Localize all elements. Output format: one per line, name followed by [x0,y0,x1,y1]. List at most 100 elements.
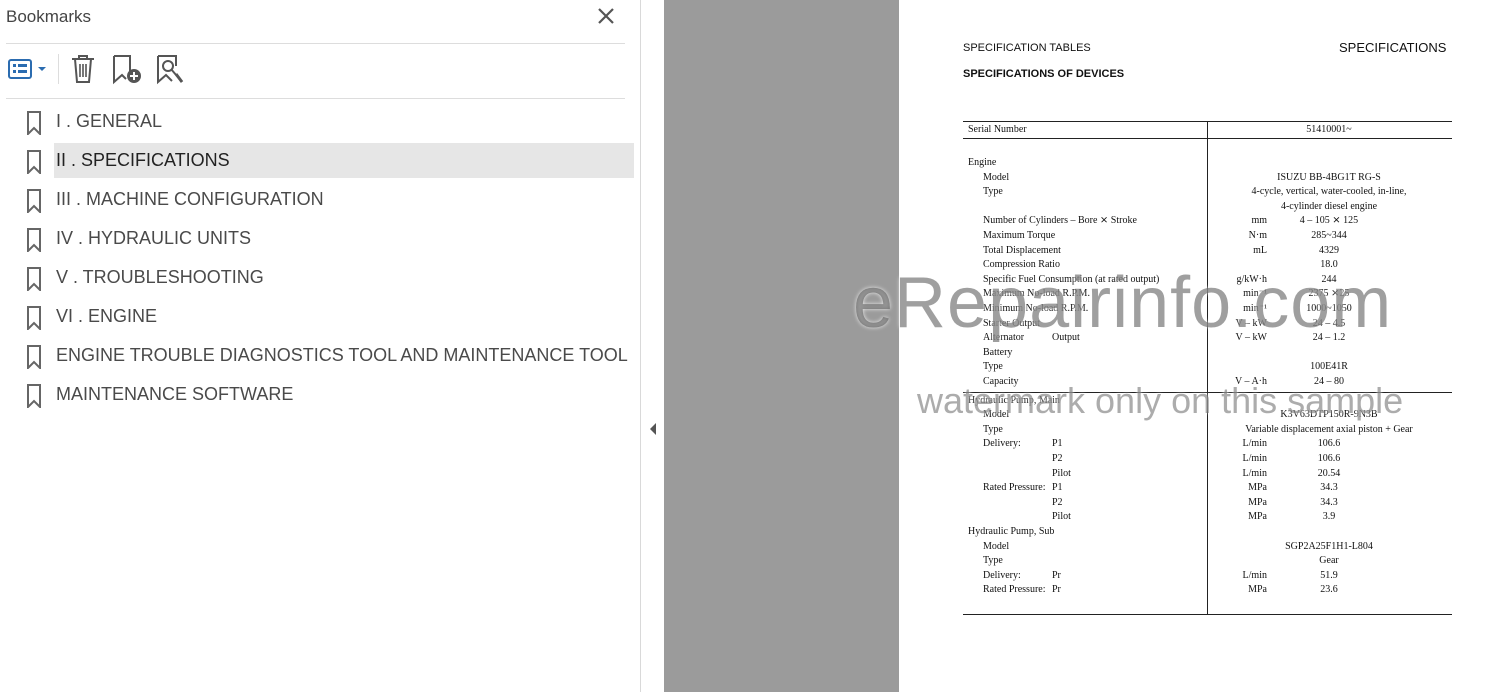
bookmark-item[interactable]: MAINTENANCE SOFTWARE [0,377,640,412]
spec-value: Gear [1319,555,1339,567]
chevron-left-icon [650,423,656,435]
spec-subitem: P2 [1052,496,1063,508]
watermark-caption: watermark only on this sample [917,380,1404,421]
watermark-logo: eRepairinfo.com [853,263,1393,343]
spec-item: Model [983,171,1010,183]
page-subtitle: SPECIFICATIONS OF DEVICES [963,68,1125,80]
spec-row: Engine [963,157,1452,171]
spec-item: Delivery: [983,569,1021,581]
spec-row: P2 L/min 106.6 [963,453,1452,467]
bookmark-item[interactable]: IV . HYDRAULIC UNITS [0,221,640,256]
bookmark-item[interactable]: V . TROUBLESHOOTING [0,260,640,295]
bookmark-label: MAINTENANCE SOFTWARE [56,384,294,404]
spec-row: Battery [963,347,1452,361]
spec-subitem: P1 [1052,438,1063,450]
find-current-bookmark-button[interactable] [154,52,188,86]
bookmark-label: II . SPECIFICATIONS [56,150,230,170]
spec-row: P2 MPa 34.3 [963,497,1452,511]
divider [6,43,625,44]
spec-value: 20.54 [1317,467,1341,479]
find-current-bookmark-icon [157,55,184,85]
spec-row: Rated Pressure: P1 MPa 34.3 [963,482,1452,496]
spec-subitem: P1 [1052,482,1063,494]
bookmark-item[interactable]: I . GENERAL [0,104,640,139]
collapse-panel-button[interactable] [647,420,659,438]
bookmark-item[interactable]: III . MACHINE CONFIGURATION [0,182,640,217]
bookmark-icon [27,306,41,330]
spec-value: 34.3 [1320,482,1338,494]
bookmark-icon [27,228,41,252]
spec-row: Rated Pressure: Pr MPa 23.6 [963,584,1452,598]
spec-row: Pilot MPa 3.9 [963,511,1452,525]
bookmark-label: V . TROUBLESHOOTING [56,267,264,287]
spec-row: Type Gear [963,555,1452,569]
spec-row: Delivery: Pr L/min 51.9 [963,570,1452,584]
bookmark-icon [27,345,41,369]
spec-row: Model ISUZU BB-4BG1T RG-S [963,172,1452,186]
panel-splitter[interactable] [641,0,664,692]
spec-subitem: P2 [1052,453,1063,464]
spec-group: Hydraulic Pump, Sub [968,526,1055,537]
spec-item: Maximum Torque [983,230,1056,241]
serial-value: 51410001~ [1306,124,1352,135]
serial-label: Serial Number [968,124,1027,135]
bookmark-icon [27,384,41,408]
spec-row: Number of Cylinders – Bore ⨯ Stroke mm 4 –… [963,215,1452,229]
table-rule-bottom [963,614,1452,615]
bookmark-icon [27,267,41,291]
spec-value: 4329 [1319,244,1339,256]
spec-value: SGP2A25F1H1-L804 [1285,540,1373,552]
spec-value: 106.6 [1317,438,1341,450]
close-panel-button[interactable] [594,4,618,28]
spec-value: Variable displacement axial piston + Gea… [1245,423,1413,435]
spec-group: Engine [968,157,997,168]
spec-subitem: Pr [1052,584,1061,596]
spec-item: Type [983,555,1003,567]
trash-icon [72,55,94,83]
page-header-left: SPECIFICATION TABLES [963,42,1091,54]
bookmark-label: III . MACHINE CONFIGURATION [56,189,324,209]
spec-row: Delivery: P1 L/min 106.6 [963,438,1452,452]
spec-value: 4-cylinder diesel engine [1280,200,1378,212]
bookmarks-toolbar [6,52,626,88]
spec-item: Type [983,361,1003,373]
spec-value: 4 – 105 ⨯ 125 [1299,215,1359,227]
delete-bookmark-button[interactable] [68,52,98,86]
spec-item: Rated Pressure: [983,584,1046,596]
bookmark-item[interactable]: ENGINE TROUBLE DIAGNOSTICS TOOL AND MAIN… [0,338,640,373]
bookmark-label: ENGINE TROUBLE DIAGNOSTICS TOOL AND MAIN… [56,345,628,365]
bookmark-options-icon [8,59,46,79]
document-viewer-background [664,0,899,692]
bookmark-icon [27,189,41,213]
new-bookmark-icon [113,55,141,85]
spec-item: Battery [983,346,1013,358]
spec-item: Rated Pressure: [983,482,1046,494]
spec-row: Hydraulic Pump, Sub [963,526,1452,540]
spec-value: 100E41R [1310,361,1348,373]
spec-value: 51.9 [1320,569,1338,581]
spec-subitem: Pr [1052,569,1061,581]
bookmark-list: I . GENERAL II . SPECIFICATIONS III . MACH… [0,104,640,416]
bookmark-item[interactable]: VI . ENGINE [0,299,640,334]
spec-value: 106.6 [1317,453,1341,464]
spec-value: 34.3 [1320,496,1338,508]
bookmark-item[interactable]: II . SPECIFICATIONS [0,143,640,178]
bookmark-label: I . GENERAL [56,111,163,131]
page-header-right: SPECIFICATIONS [1339,40,1447,55]
close-icon [598,8,614,24]
spec-value: ISUZU BB-4BG1T RG-S [1277,171,1381,183]
spec-subitem: Pilot [1052,511,1071,523]
spec-value: 23.6 [1320,584,1338,596]
spec-subitem: Pilot [1052,467,1071,479]
spec-item: Type [983,186,1003,198]
spec-value: 4-cycle, vertical, water-cooled, in-line… [1251,186,1407,198]
bookmark-options-button[interactable] [6,52,50,86]
new-bookmark-button[interactable] [110,52,144,86]
bookmarks-panel: Bookmarks I . GENERAL II . SPECIFICATION… [0,0,641,692]
spec-row: 4-cylinder diesel engine [963,201,1452,215]
spec-row: Type 100E41R [963,361,1452,375]
spec-row: Model SGP2A25F1H1-L804 [963,541,1452,555]
spec-item: Number of Cylinders – Bore ⨯ Stroke [983,215,1137,227]
spec-row: Type 4-cycle, vertical, water-cooled, in-… [963,186,1452,200]
toolbar-divider [58,54,59,84]
